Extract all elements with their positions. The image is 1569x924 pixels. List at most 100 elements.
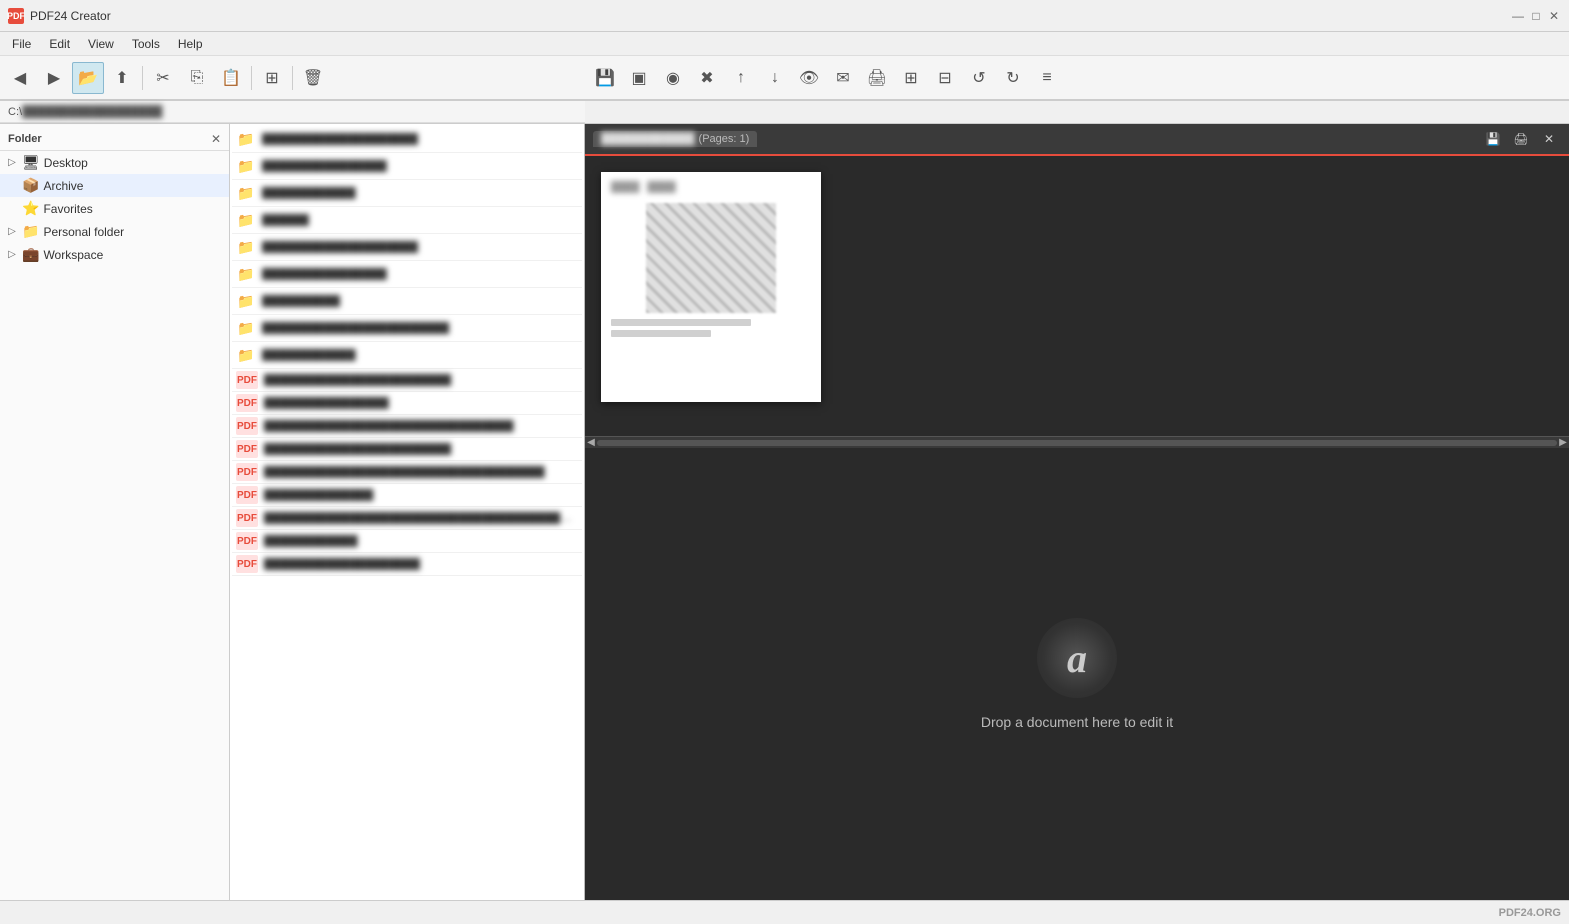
drop-zone[interactable]: a Drop a document here to edit it [585, 448, 1569, 900]
rotate-right-button[interactable]: ↻ [997, 62, 1029, 94]
close-panel-button[interactable]: ✕ [211, 132, 221, 146]
list-item[interactable]: PDF ████████████████████ [232, 553, 582, 576]
forward-button[interactable]: ▶ [38, 62, 70, 94]
tab-pages: (Pages: 1) [699, 133, 750, 145]
left-panel: Folder ✕ ▷ 🖥 Desktop 📦 Archive ⭐ Favorit… [0, 124, 585, 900]
scroll-right-button[interactable]: ▶ [1557, 437, 1569, 448]
expand-icon-personal: ▷ [6, 226, 18, 238]
tree-item-personal[interactable]: ▷ 📁 Personal folder [0, 220, 229, 243]
up-button[interactable]: ⬆ [106, 62, 138, 94]
expand-icon-favorites [6, 203, 18, 215]
menu-edit[interactable]: Edit [41, 35, 78, 53]
grid2-button[interactable]: ⊟ [929, 62, 961, 94]
archive-icon: 📦 [22, 177, 39, 194]
folder-label: Folder [8, 133, 42, 145]
menu-file[interactable]: File [4, 35, 39, 53]
frame-button[interactable]: ▣ [623, 62, 655, 94]
file-name: ████████████████████ [262, 133, 578, 145]
right-panel: ████████████ (Pages: 1) 💾 🖨 ✕ ████ ████ [585, 124, 1569, 900]
app-icon: PDF [8, 8, 24, 24]
folder-icon: 📁 [236, 182, 256, 204]
align-button[interactable]: ≡ [1031, 62, 1063, 94]
toolbar-separator-2 [251, 66, 252, 90]
list-item[interactable]: 📁 ██████████ [232, 288, 582, 315]
expand-icon-workspace: ▷ [6, 249, 18, 261]
list-item[interactable]: 📁 ████████████ [232, 180, 582, 207]
layers-button[interactable]: ◉ [657, 62, 689, 94]
preview-tabs: ████████████ (Pages: 1) [593, 131, 757, 147]
list-item[interactable]: 📁 ████████████████ [232, 153, 582, 180]
folder-tree: Folder ✕ ▷ 🖥 Desktop 📦 Archive ⭐ Favorit… [0, 124, 230, 900]
file-name: ████████████████████████ [262, 322, 578, 334]
toolbar-separator-3 [292, 66, 293, 90]
list-item[interactable]: 📁 ████████████████████ [232, 234, 582, 261]
title-bar: PDF PDF24 Creator — □ ✕ [0, 0, 1569, 32]
pdf-icon: PDF [236, 532, 258, 550]
right-toolbar: 💾 ▣ ◉ ✖ ↑ ↓ 👁 ✉ 🖨 ⊞ ⊟ ↺ ↻ ≡ [585, 56, 1569, 100]
list-item[interactable]: PDF ████████████████████████ [232, 369, 582, 392]
minimize-button[interactable]: — [1511, 9, 1525, 23]
menu-view[interactable]: View [80, 35, 122, 53]
list-item[interactable]: PDF ████████████████ [232, 392, 582, 415]
list-item[interactable]: PDF ████████████████████████████████ [232, 415, 582, 438]
paste-button[interactable]: 📋 [215, 62, 247, 94]
pdf-page: ████ ████ [601, 172, 821, 402]
file-list: 📁 ████████████████████ 📁 ███████████████… [230, 124, 584, 900]
menu-help[interactable]: Help [170, 35, 211, 53]
save-button[interactable]: 💾 [589, 62, 621, 94]
tree-item-favorites[interactable]: ⭐ Favorites [0, 197, 229, 220]
back-button[interactable]: ◀ [4, 62, 36, 94]
tree-item-desktop[interactable]: ▷ 🖥 Desktop [0, 151, 229, 174]
compress-button[interactable]: ⊞ [895, 62, 927, 94]
list-item[interactable]: PDF ████████████ [232, 530, 582, 553]
menu-tools[interactable]: Tools [124, 35, 168, 53]
email-button[interactable]: ✉ [827, 62, 859, 94]
list-item[interactable]: 📁 ████████████ [232, 342, 582, 369]
eye-button[interactable]: 👁 [793, 62, 825, 94]
archive-label: Archive [43, 179, 83, 193]
tree-item-workspace[interactable]: ▷ 💼 Workspace [0, 243, 229, 266]
folder-icon: 📁 [236, 344, 256, 366]
list-item[interactable]: 📁 ██████ [232, 207, 582, 234]
maximize-button[interactable]: □ [1529, 9, 1543, 23]
folder-icon: 📁 [236, 128, 256, 150]
rotate-left-button[interactable]: ↺ [963, 62, 995, 94]
tab-filename: ████████████ [601, 133, 695, 145]
list-item[interactable]: PDF ████████████████████████ [232, 438, 582, 461]
favorites-icon: ⭐ [22, 200, 39, 217]
delete-button[interactable]: 🗑 [297, 62, 329, 94]
pdf-icon: PDF [236, 440, 258, 458]
toolbar-row: ◀ ▶ 📂 ⬆ ✂ ⎘ 📋 ⊞ 🗑 💾 ▣ ◉ ✖ ↑ ↓ 👁 ✉ 🖨 ⊞ ⊟ … [0, 56, 1569, 101]
grid-button[interactable]: ⊞ [256, 62, 288, 94]
list-item[interactable]: PDF ████████████████████████████████████… [232, 507, 582, 530]
list-item[interactable]: 📁 ████████████████████████ [232, 315, 582, 342]
scrollbar-track[interactable] [597, 440, 1557, 446]
close-button[interactable]: ✕ [1547, 9, 1561, 23]
scroll-left-button[interactable]: ◀ [585, 437, 597, 448]
toolbar-separator [142, 66, 143, 90]
path-bar: C:\██████████████████ [0, 101, 585, 123]
file-name: ██████ [262, 214, 578, 226]
tree-item-archive[interactable]: 📦 Archive [0, 174, 229, 197]
pdf-scrollbar[interactable]: ◀ ▶ [585, 436, 1569, 448]
preview-print-button[interactable]: 🖨 [1509, 127, 1533, 151]
list-item[interactable]: 📁 ████████████████ [232, 261, 582, 288]
list-item[interactable]: 📁 ████████████████████ [232, 126, 582, 153]
down-arrow-button[interactable]: ↓ [759, 62, 791, 94]
preview-tab[interactable]: ████████████ (Pages: 1) [593, 131, 757, 147]
preview-close-button[interactable]: ✕ [1537, 127, 1561, 151]
pdf-icon: PDF [236, 509, 258, 527]
list-item[interactable]: PDF ██████████████ [232, 484, 582, 507]
cross-button[interactable]: ✖ [691, 62, 723, 94]
file-name: ██████████ [262, 295, 578, 307]
preview-save-button[interactable]: 💾 [1481, 127, 1505, 151]
file-name: ████████████████████████ [264, 443, 578, 455]
up-arrow-button[interactable]: ↑ [725, 62, 757, 94]
print-button[interactable]: 🖨 [861, 62, 893, 94]
copy-button[interactable]: ⎘ [181, 62, 213, 94]
open-folder-button[interactable]: 📂 [72, 62, 104, 94]
pdf-icon: PDF [236, 463, 258, 481]
cut-button[interactable]: ✂ [147, 62, 179, 94]
folder-icon: 📁 [236, 236, 256, 258]
list-item[interactable]: PDF ████████████████████████████████████ [232, 461, 582, 484]
